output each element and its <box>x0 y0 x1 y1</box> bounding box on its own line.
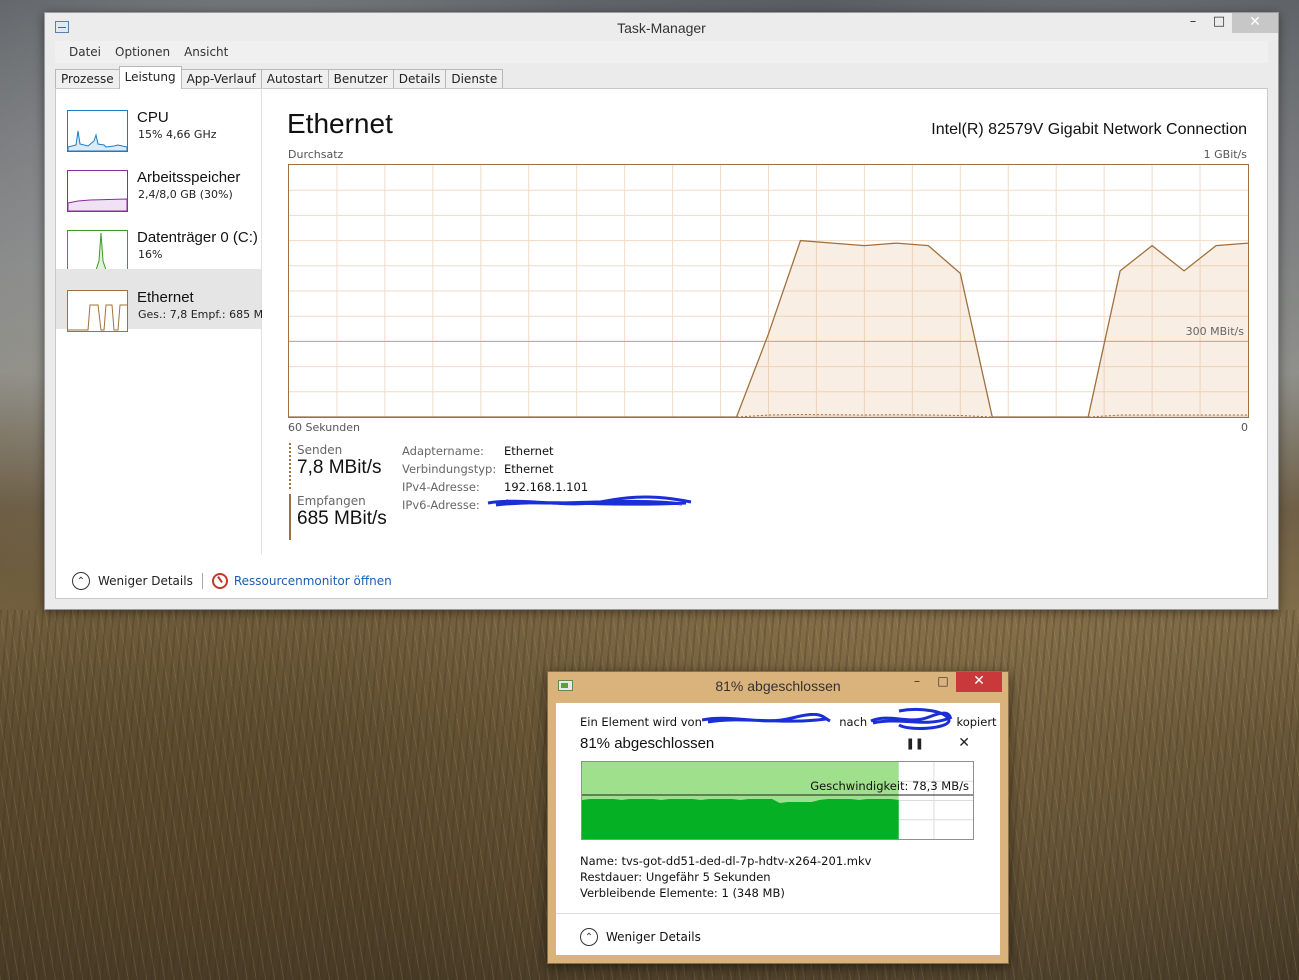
window-title: Task-Manager <box>617 20 706 36</box>
tab-leistung[interactable]: Leistung <box>118 66 182 89</box>
property-value: Ethernet <box>504 444 554 458</box>
sidebar-memory-label: Arbeitsspeicher <box>137 169 241 186</box>
speed-history-area <box>582 799 899 839</box>
send-label: Senden <box>297 443 343 457</box>
property-value: Ethernet <box>504 462 554 476</box>
copy-maximize-button[interactable]: □ <box>930 672 956 692</box>
sidebar-item-ethernet[interactable]: Ethernet Ges.: 7,8 Empf.: 685 MBit/s <box>56 269 262 332</box>
title-bar[interactable]: Task-Manager – □ ✕ <box>45 13 1278 41</box>
resource-monitor-icon <box>211 573 228 589</box>
less-details-link[interactable]: Weniger Details <box>98 574 193 588</box>
redacted-destination <box>870 707 953 730</box>
redaction-scribble <box>701 713 831 724</box>
copy-remaining-time-value: Ungefähr 5 Sekunden <box>645 870 771 884</box>
copy-remaining-items-label: Verbleibende Elemente: <box>580 886 718 900</box>
sidebar-ethernet-label: Ethernet <box>137 289 194 306</box>
graph-label: Durchsatz <box>288 148 344 161</box>
copy-speed-svg <box>582 762 973 839</box>
copy-remaining-time-label: Restdauer: <box>580 870 643 884</box>
ethernet-mini-graph <box>67 290 128 332</box>
task-manager-footer: ⌃ Weniger Details Ressourcenmonitor öffn… <box>72 572 392 590</box>
sidebar-disk-label: Datenträger 0 (C:) <box>137 229 258 246</box>
throughput-chart-svg <box>289 165 1248 417</box>
sidebar-item-disk[interactable]: Datenträger 0 (C:) 16% <box>56 209 261 272</box>
copy-footer: ⌃ Weniger Details <box>580 928 701 946</box>
copy-less-details-link[interactable]: Weniger Details <box>606 930 701 944</box>
disk-mini-graph <box>67 230 128 272</box>
open-resource-monitor-link[interactable]: Ressourcenmonitor öffnen <box>234 574 392 588</box>
pause-button[interactable]: ❚❚ <box>906 737 924 750</box>
resource-sidebar: CPU 15% 4,66 GHz Arbeitsspeicher 2,4/8,0… <box>56 89 262 554</box>
copy-progress-title: 81% abgeschlossen <box>580 735 715 752</box>
throughput-graph: 300 MBit/s <box>288 164 1249 418</box>
copy-remaining-items-row: Verbleibende Elemente: 1 (348 MB) <box>580 885 871 901</box>
menu-ansicht[interactable]: Ansicht <box>184 45 228 59</box>
copy-footer-divider <box>556 913 1000 914</box>
time-axis-right: 0 <box>1241 421 1248 434</box>
tab-prozesse[interactable]: Prozesse <box>55 69 120 89</box>
sidebar-cpu-label: CPU <box>137 109 169 126</box>
time-axis-left: 60 Sekunden <box>288 421 360 434</box>
tab-details[interactable]: Details <box>392 69 447 89</box>
copy-remaining-time-row: Restdauer: Ungefähr 5 Sekunden <box>580 869 871 885</box>
performance-panel: CPU 15% 4,66 GHz Arbeitsspeicher 2,4/8,0… <box>55 88 1268 599</box>
page-title: Ethernet <box>287 108 393 139</box>
sidebar-memory-value: 2,4/8,0 GB (30%) <box>138 188 233 201</box>
copy-description: Ein Element wird von nach kopiert <box>580 707 997 730</box>
copy-description-suffix: kopiert <box>956 715 997 729</box>
sidebar-cpu-value: 15% 4,66 GHz <box>138 128 217 141</box>
tab-benutzer[interactable]: Benutzer <box>327 69 394 89</box>
copy-details: Name: tvs-got-dd51-ded-dl-7p-hdtv-x264-2… <box>580 853 871 901</box>
tab-app-verlauf[interactable]: App-Verlauf <box>180 69 262 89</box>
sidebar-item-cpu[interactable]: CPU 15% 4,66 GHz <box>56 89 261 152</box>
menu-optionen[interactable]: Optionen <box>115 45 170 59</box>
memory-mini-graph <box>67 170 128 212</box>
redaction-scribble <box>870 707 953 730</box>
sidebar-disk-value: 16% <box>138 248 163 261</box>
send-stat: Senden 7,8 MBit/s <box>289 443 381 489</box>
copy-name-label: Name: <box>580 854 618 868</box>
cancel-copy-button[interactable]: ✕ <box>958 735 970 751</box>
task-manager-window: Task-Manager – □ ✕ Datei Optionen Ansich… <box>44 12 1279 610</box>
minimize-button[interactable]: – <box>1180 13 1206 33</box>
menu-bar: Datei Optionen Ansicht <box>45 41 1278 63</box>
send-value: 7,8 MBit/s <box>297 457 382 478</box>
copy-dialog-body: Ein Element wird von nach kopiert 81% ab… <box>556 703 1000 955</box>
redacted-source <box>701 713 836 726</box>
tab-dienste[interactable]: Dienste <box>445 69 504 89</box>
property-key: Verbindungstyp: <box>402 462 497 476</box>
footer-divider <box>201 573 203 589</box>
receive-stat: Empfangen 685 MBit/s <box>289 494 387 540</box>
redaction-scribble <box>487 495 692 507</box>
property-row: Verbindungstyp: Ethernet <box>402 462 588 480</box>
graph-max-label: 1 GBit/s <box>1203 148 1247 161</box>
copy-progress-window: 81% abgeschlossen – □ ✕ Ein Element wird… <box>547 671 1009 964</box>
property-key: Adaptername: <box>402 444 484 458</box>
tab-strip: Prozesse Leistung App-Verlauf Autostart … <box>55 66 504 89</box>
menu-datei[interactable]: Datei <box>69 45 101 59</box>
chevron-up-icon[interactable]: ⌃ <box>580 928 598 946</box>
copy-minimize-button[interactable]: – <box>904 672 930 692</box>
tab-autostart[interactable]: Autostart <box>260 69 329 89</box>
graph-mid-label: 300 MBit/s <box>1185 325 1244 338</box>
property-row: Adaptername: Ethernet <box>402 444 588 462</box>
chevron-up-icon[interactable]: ⌃ <box>72 572 90 590</box>
receive-label: Empfangen <box>297 494 366 508</box>
adapter-name: Intel(R) 82579V Gigabit Network Connecti… <box>931 121 1247 138</box>
copy-name-row: Name: tvs-got-dd51-ded-dl-7p-hdtv-x264-2… <box>580 853 871 869</box>
copy-description-prefix: Ein Element wird von <box>580 715 702 729</box>
copy-close-button[interactable]: ✕ <box>956 672 1002 692</box>
close-button[interactable]: ✕ <box>1232 13 1278 33</box>
copy-name-value: tvs-got-dd51-ded-dl-7p-hdtv-x264-201.mkv <box>621 854 872 868</box>
receive-value: 685 MBit/s <box>297 508 387 529</box>
copy-speed-graph: Geschwindigkeit: 78,3 MB/s <box>581 761 974 840</box>
sidebar-ethernet-value: Ges.: 7,8 Empf.: 685 MBit/s <box>138 308 262 321</box>
sidebar-item-memory[interactable]: Arbeitsspeicher 2,4/8,0 GB (30%) <box>56 149 261 212</box>
copy-title-bar[interactable]: 81% abgeschlossen – □ ✕ <box>548 672 1008 700</box>
copy-description-mid: nach <box>839 715 868 729</box>
copy-remaining-items-value: 1 (348 MB) <box>721 886 785 900</box>
copy-speed-label: Geschwindigkeit: 78,3 MB/s <box>810 779 969 793</box>
maximize-button[interactable]: □ <box>1206 13 1232 33</box>
cpu-mini-graph <box>67 110 128 152</box>
